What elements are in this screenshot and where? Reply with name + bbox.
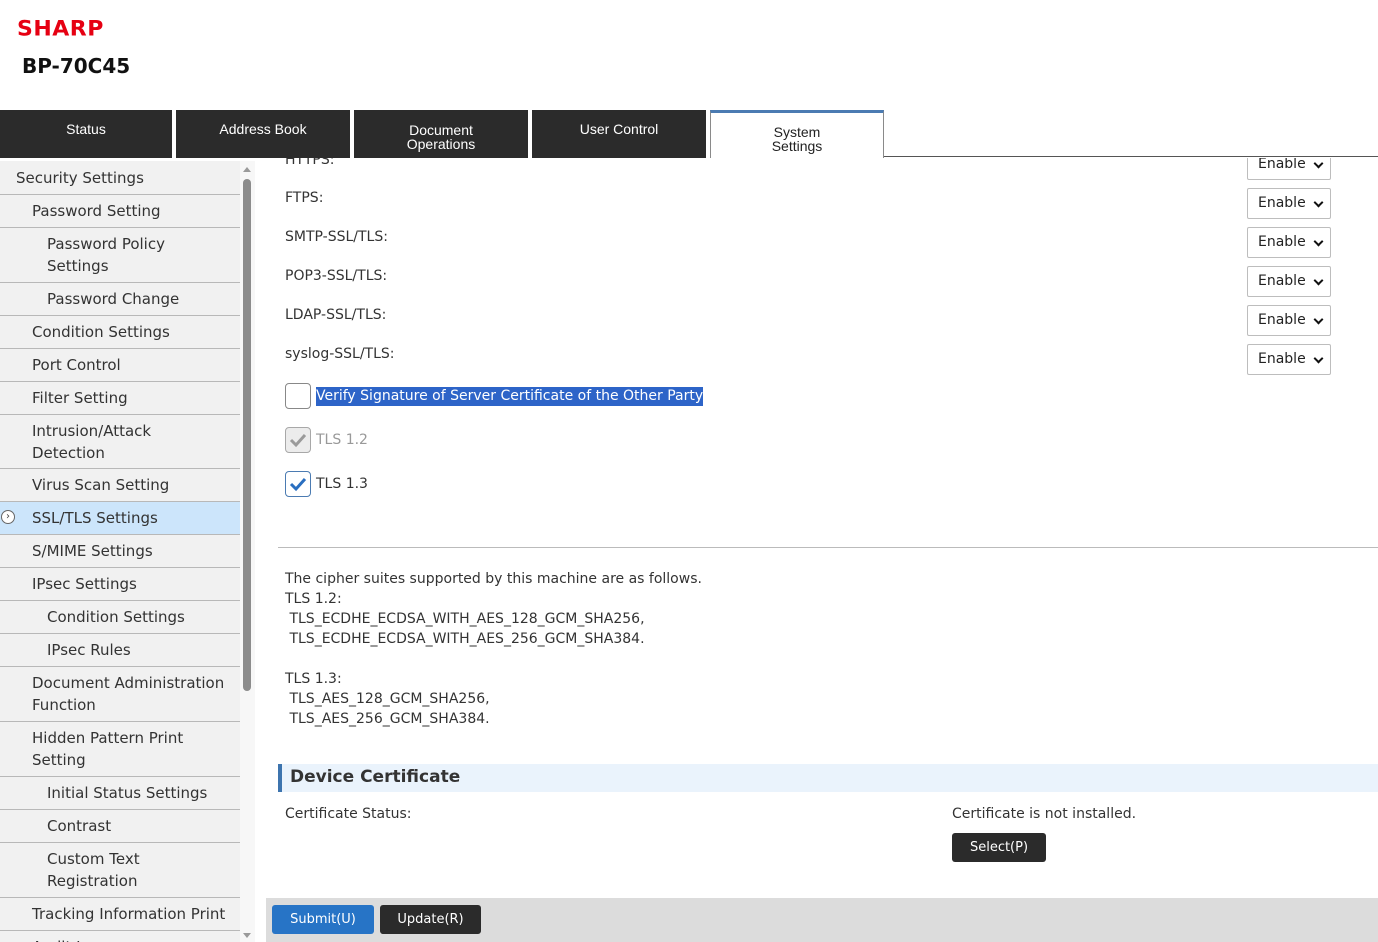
sidebar-item-smime-settings[interactable]: S/MIME Settings bbox=[0, 535, 240, 568]
verify-signature-checkbox[interactable] bbox=[285, 383, 311, 409]
tls13-cipher-suites: TLS_AES_128_GCM_SHA256, TLS_AES_256_GCM_… bbox=[289, 691, 490, 727]
tls13-checkbox[interactable] bbox=[285, 471, 311, 497]
chevron-down-icon bbox=[1313, 353, 1324, 364]
certificate-status-label: Certificate Status: bbox=[285, 806, 412, 822]
sidebar-scrollbar[interactable] bbox=[240, 161, 255, 942]
footer-bar: Submit(U) Update(R) bbox=[266, 898, 1378, 942]
tls12-checkbox[interactable] bbox=[285, 427, 311, 453]
sidebar-item-ipsec-settings[interactable]: IPsec Settings bbox=[0, 568, 240, 601]
ftps-label: FTPS: bbox=[285, 190, 324, 206]
sidebar-item-filter-setting[interactable]: Filter Setting bbox=[0, 382, 240, 415]
sidebar-item-password-setting[interactable]: Password Setting bbox=[0, 195, 240, 228]
https-label: HTTPS: bbox=[285, 158, 335, 168]
tab-status[interactable]: Status bbox=[0, 110, 172, 158]
ldap-ssl-tls-select[interactable]: Enable bbox=[1247, 305, 1331, 336]
sidebar-item-hidden-pattern-print-setting[interactable]: Hidden Pattern Print Setting bbox=[0, 722, 240, 777]
sidebar-item-condition-settings[interactable]: Condition Settings bbox=[0, 316, 240, 349]
certificate-status-value: Certificate is not installed. bbox=[952, 806, 1137, 822]
model-name: BP-70C45 bbox=[22, 54, 131, 78]
chevron-down-icon bbox=[1313, 275, 1324, 286]
pop3-ssl-tls-select[interactable]: Enable bbox=[1247, 266, 1331, 297]
tab-system-settings[interactable]: System Settings bbox=[710, 110, 884, 158]
sidebar-item-virus-scan-setting[interactable]: Virus Scan Setting bbox=[0, 469, 240, 502]
sidebar-item-ssl-tls-settings[interactable]: › SSL/TLS Settings bbox=[0, 502, 240, 535]
tls12-cipher-label: TLS 1.2: bbox=[285, 591, 342, 607]
main-content: HTTPS: Enable FTPS: Enable SMTP-SSL/TLS:… bbox=[270, 158, 1378, 898]
section-title: Device Certificate bbox=[290, 767, 461, 787]
sidebar-item-ipsec-condition-settings[interactable]: Condition Settings bbox=[0, 601, 240, 634]
sidebar-nav: Security Settings Password Setting Passw… bbox=[0, 161, 240, 942]
sidebar-item-audit-log[interactable]: Audit Log bbox=[0, 931, 240, 942]
tab-document-operations[interactable]: Document Operations bbox=[354, 110, 528, 158]
chevron-right-icon: › bbox=[1, 510, 15, 524]
submit-button[interactable]: Submit(U) bbox=[272, 905, 374, 934]
sidebar-item-password-policy-settings[interactable]: Password Policy Settings bbox=[0, 228, 240, 283]
tab-address-book[interactable]: Address Book bbox=[176, 110, 350, 158]
verify-signature-label: Verify Signature of Server Certificate o… bbox=[316, 387, 704, 406]
sidebar-item-label: SSL/TLS Settings bbox=[32, 509, 158, 527]
syslog-ssl-tls-label: syslog-SSL/TLS: bbox=[285, 346, 395, 362]
main-tabs: Status Address Book Document Operations … bbox=[0, 110, 1378, 158]
cipher-intro: The cipher suites supported by this mach… bbox=[285, 571, 702, 587]
scroll-up-icon[interactable] bbox=[243, 167, 251, 172]
smtp-ssl-tls-select[interactable]: Enable bbox=[1247, 227, 1331, 258]
sidebar-item-ipsec-rules[interactable]: IPsec Rules bbox=[0, 634, 240, 667]
smtp-ssl-tls-label: SMTP-SSL/TLS: bbox=[285, 229, 388, 245]
sidebar-item-document-administration-function[interactable]: Document Administration Function bbox=[0, 667, 240, 722]
ftps-select[interactable]: Enable bbox=[1247, 188, 1331, 219]
select-certificate-button[interactable]: Select(P) bbox=[952, 833, 1046, 862]
tls13-label: TLS 1.3 bbox=[316, 476, 368, 492]
sidebar-item-tracking-information-print[interactable]: Tracking Information Print bbox=[0, 898, 240, 931]
https-select[interactable]: Enable bbox=[1247, 158, 1331, 180]
sidebar-item-intrusion-attack-detection[interactable]: Intrusion/Attack Detection bbox=[0, 415, 240, 469]
tls13-cipher-label: TLS 1.3: bbox=[285, 671, 342, 687]
scroll-down-icon[interactable] bbox=[243, 933, 251, 938]
update-button[interactable]: Update(R) bbox=[380, 905, 481, 934]
divider bbox=[278, 547, 1378, 548]
sidebar-item-initial-status-settings[interactable]: Initial Status Settings bbox=[0, 777, 240, 810]
sidebar-item-custom-text-registration[interactable]: Custom Text Registration bbox=[0, 843, 240, 898]
sidebar-item-security-settings[interactable]: Security Settings bbox=[0, 161, 240, 195]
device-certificate-header: Device Certificate bbox=[278, 764, 1378, 792]
chevron-down-icon bbox=[1313, 314, 1324, 325]
chevron-down-icon bbox=[1313, 197, 1324, 208]
pop3-ssl-tls-label: POP3-SSL/TLS: bbox=[285, 268, 388, 284]
chevron-down-icon bbox=[1313, 158, 1324, 169]
scrollbar-thumb[interactable] bbox=[243, 179, 251, 691]
syslog-ssl-tls-select[interactable]: Enable bbox=[1247, 344, 1331, 375]
tab-user-control[interactable]: User Control bbox=[532, 110, 706, 158]
tls12-label: TLS 1.2 bbox=[316, 432, 368, 448]
sidebar-item-port-control[interactable]: Port Control bbox=[0, 349, 240, 382]
sidebar-item-password-change[interactable]: Password Change bbox=[0, 283, 240, 316]
ldap-ssl-tls-label: LDAP-SSL/TLS: bbox=[285, 307, 387, 323]
tls12-cipher-suites: TLS_ECDHE_ECDSA_WITH_AES_128_GCM_SHA256,… bbox=[289, 611, 645, 647]
sidebar-item-contrast[interactable]: Contrast bbox=[0, 810, 240, 843]
sharp-logo: SHARP bbox=[17, 17, 104, 42]
chevron-down-icon bbox=[1313, 236, 1324, 247]
checkmark-icon bbox=[289, 477, 307, 492]
checkmark-icon bbox=[289, 433, 307, 448]
tab-baseline bbox=[884, 156, 1378, 157]
